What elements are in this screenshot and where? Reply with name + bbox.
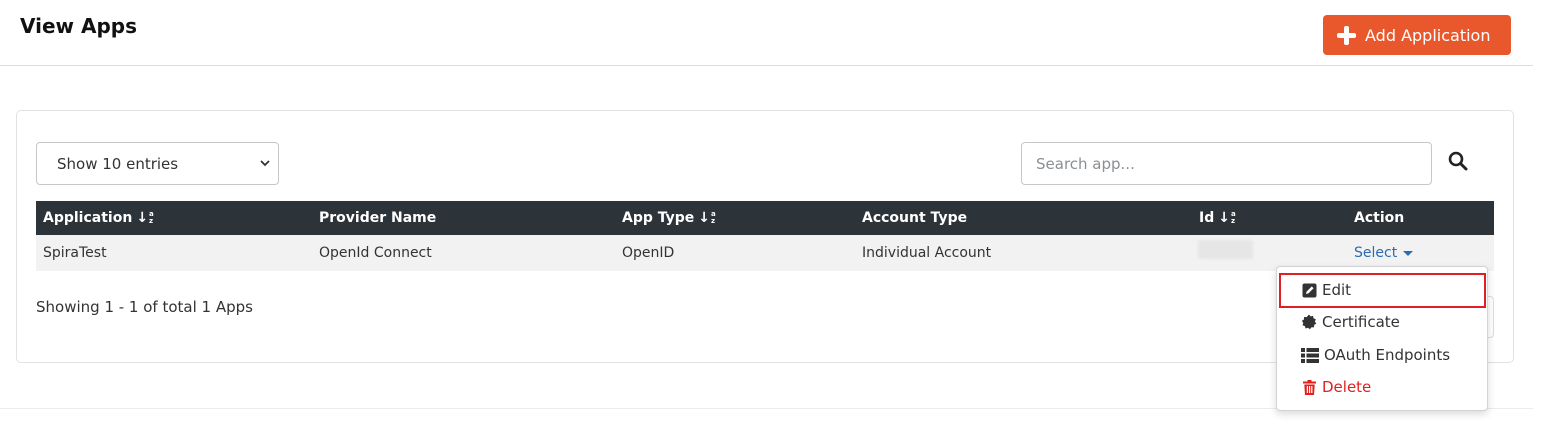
column-id[interactable]: Id ↓ a z (1199, 201, 1236, 235)
search-input[interactable] (1021, 142, 1432, 185)
cell-application: SpiraTest (43, 245, 107, 261)
menu-item-edit[interactable]: Edit (1301, 278, 1351, 302)
showing-info: Showing 1 - 1 of total 1 Apps (36, 298, 253, 316)
table-row: SpiraTest OpenId Connect OpenID Individu… (36, 235, 1494, 271)
menu-item-oauth-endpoints[interactable]: OAuth Endpoints (1301, 343, 1450, 367)
cell-id-redacted (1198, 240, 1253, 259)
column-app-type[interactable]: App Type ↓ a z (622, 201, 716, 235)
menu-item-label: Delete (1322, 378, 1372, 396)
action-select-label: Select (1354, 245, 1398, 261)
add-application-label: Add Application (1365, 25, 1491, 45)
header-divider (0, 65, 1533, 66)
certificate-icon (1301, 314, 1317, 330)
sort-icon: ↓ a z (136, 209, 154, 226)
column-provider-name: Provider Name (319, 210, 437, 226)
cell-app-type: OpenID (622, 245, 675, 261)
menu-item-label: Certificate (1322, 313, 1400, 331)
trash-icon (1301, 379, 1317, 395)
entries-select[interactable]: Show 10 entries (36, 142, 279, 185)
column-application[interactable]: Application ↓ a z (43, 201, 154, 235)
chevron-down-icon (260, 160, 270, 167)
cell-account-type: Individual Account (862, 245, 992, 261)
sort-icon: ↓ a z (698, 209, 716, 226)
table-header: Application ↓ a z Provider Name App Type ↓… (36, 201, 1494, 235)
apps-table: Application ↓ a z Provider Name App Type ↓… (36, 201, 1494, 271)
sort-icon: ↓ a z (1218, 209, 1236, 226)
add-application-button[interactable]: Add Application (1323, 15, 1511, 55)
menu-item-delete[interactable]: Delete (1301, 375, 1371, 399)
caret-down-icon (1403, 250, 1414, 256)
column-account-type: Account Type (862, 210, 968, 226)
plus-icon (1337, 25, 1356, 45)
entries-select-value: Show 10 entries (57, 154, 179, 173)
list-icon (1301, 347, 1319, 363)
menu-item-label: Edit (1322, 281, 1352, 299)
menu-item-label: OAuth Endpoints (1324, 346, 1451, 364)
action-menu: Edit Certificate OAuth Endpoints Delete (1276, 266, 1488, 411)
search-icon[interactable] (1447, 150, 1469, 172)
page-title: View Apps (20, 14, 138, 38)
menu-item-certificate[interactable]: Certificate (1301, 310, 1400, 334)
column-action: Action (1354, 210, 1405, 226)
edit-icon (1301, 282, 1317, 298)
cell-provider-name: OpenId Connect (319, 245, 432, 261)
